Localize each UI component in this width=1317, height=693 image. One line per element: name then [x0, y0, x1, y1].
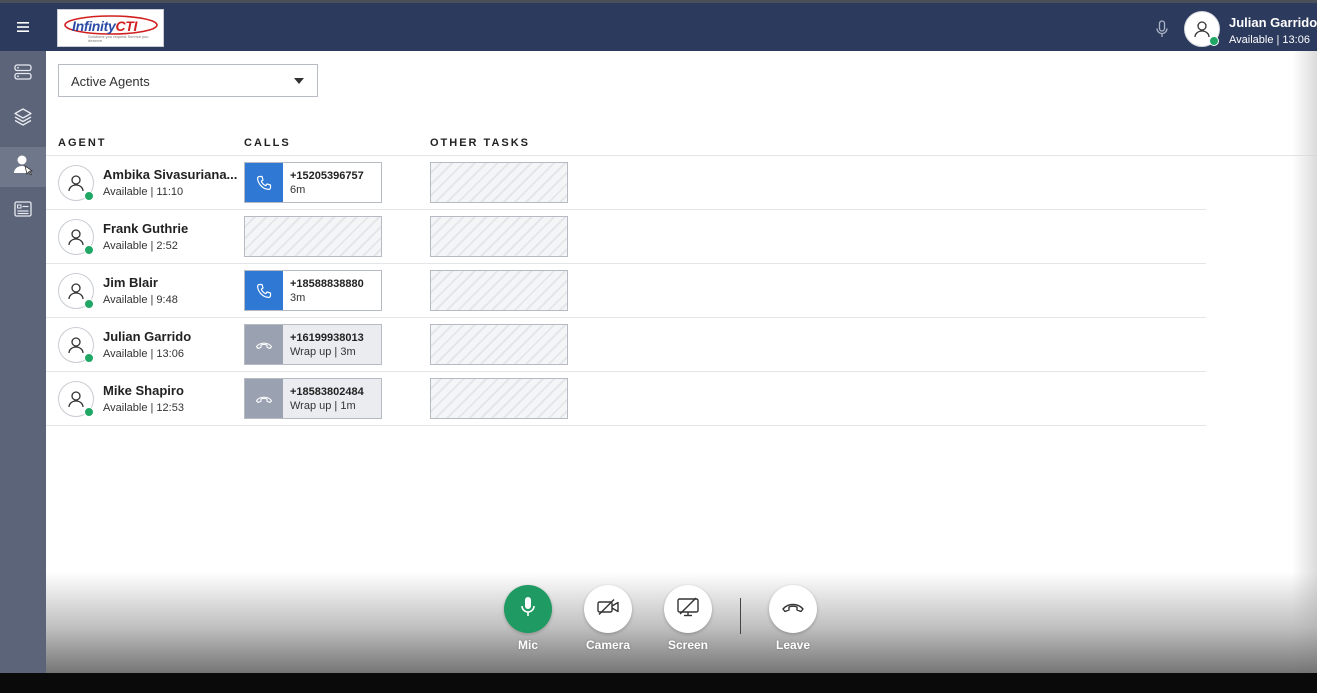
screen-label: Screen: [667, 638, 709, 652]
column-header-agent: AGENT: [58, 137, 107, 149]
presence-indicator: [84, 191, 94, 201]
report-list-icon: [14, 200, 32, 222]
screen-control[interactable]: Screen: [658, 585, 718, 652]
leave-button[interactable]: [769, 585, 817, 633]
mic-label: Mic: [517, 638, 538, 652]
presence-indicator: [84, 353, 94, 363]
camera-control[interactable]: Camera: [578, 585, 638, 652]
nav-servers[interactable]: [0, 54, 46, 94]
agent-status: Available | 9:48: [103, 294, 178, 306]
hangup-icon: [781, 600, 805, 619]
call-card-wrap-up[interactable]: +16199938013 Wrap up | 3m: [244, 324, 382, 365]
mic-control[interactable]: Mic: [498, 585, 558, 652]
caret-down-icon: [294, 78, 304, 84]
agent-filter-dropdown[interactable]: Active Agents: [58, 64, 318, 97]
screen-share-off-icon: [676, 597, 700, 622]
column-header-calls: CALLS: [244, 137, 291, 149]
user-avatar[interactable]: [1184, 11, 1220, 47]
other-task-slot: [430, 324, 568, 365]
microphone-icon[interactable]: [1155, 20, 1169, 43]
nav-layers[interactable]: [0, 99, 46, 139]
column-header-other-tasks: OTHER TASKS: [430, 137, 531, 149]
phone-icon: [245, 163, 283, 202]
left-nav-rail: [0, 51, 46, 673]
agent-name: Jim Blair: [103, 275, 158, 290]
mic-button[interactable]: [504, 585, 552, 633]
call-duration: Wrap up | 3m: [290, 346, 356, 358]
controls-divider: [740, 598, 741, 634]
agent-status: Available | 11:10: [103, 186, 184, 198]
agent-avatar: [58, 327, 94, 363]
agent-status: Available | 13:06: [103, 348, 184, 360]
presence-indicator: [84, 407, 94, 417]
hangup-icon: [245, 379, 283, 418]
screen-share-button[interactable]: [664, 585, 712, 633]
call-duration: Wrap up | 1m: [290, 400, 356, 412]
call-slot-empty: [244, 216, 382, 257]
microphone-icon: [520, 596, 536, 623]
header-user-status: Available | 13:06: [1229, 34, 1310, 46]
header-user-name: Julian Garrido: [1229, 15, 1317, 30]
agent-row[interactable]: Ambika Sivasuriana... Available | 11:10 …: [46, 156, 1206, 210]
agent-row[interactable]: Mike Shapiro Available | 12:53 +18583802…: [46, 372, 1206, 426]
agent-status: Available | 12:53: [103, 402, 184, 414]
agent-avatar: [58, 273, 94, 309]
presence-indicator: [84, 245, 94, 255]
top-header: InfinityCTI Solutions you request Servic…: [0, 0, 1317, 51]
agent-row[interactable]: Frank Guthrie Available | 2:52: [46, 210, 1206, 264]
leave-label: Leave: [775, 638, 811, 652]
other-task-slot: [430, 270, 568, 311]
call-card[interactable]: +18588838880 3m: [244, 270, 382, 311]
layers-icon: [14, 107, 32, 131]
call-card-wrap-up[interactable]: +18583802484 Wrap up | 1m: [244, 378, 382, 419]
call-duration: 6m: [290, 184, 306, 196]
agent-avatar: [58, 381, 94, 417]
camera-off-icon: [596, 598, 620, 621]
agent-row[interactable]: Julian Garrido Available | 13:06 +161999…: [46, 318, 1206, 372]
call-card[interactable]: +15205396757 6m: [244, 162, 382, 203]
agent-name: Julian Garrido: [103, 329, 192, 344]
agent-user-icon: [13, 154, 34, 181]
server-icon: [14, 63, 32, 85]
call-number: +15205396757: [290, 170, 364, 182]
presence-indicator: [1209, 36, 1219, 46]
other-task-slot: [430, 162, 568, 203]
window-bottom-edge: [0, 673, 1317, 693]
app-window: InfinityCTI Solutions you request Servic…: [0, 0, 1317, 673]
call-number: +18588838880: [290, 278, 364, 290]
call-number: +16199938013: [290, 332, 364, 344]
nav-reports[interactable]: [0, 191, 46, 231]
presence-indicator: [84, 299, 94, 309]
camera-label: Camera: [585, 638, 631, 652]
call-number: +18583802484: [290, 386, 364, 398]
other-task-slot: [430, 216, 568, 257]
agent-name: Mike Shapiro: [103, 383, 184, 398]
agent-name: Frank Guthrie: [103, 221, 189, 236]
agent-row[interactable]: Jim Blair Available | 9:48 +18588838880 …: [46, 264, 1206, 318]
leave-control[interactable]: Leave: [763, 585, 823, 652]
logo-tagline: Solutions you request Service you deserv…: [88, 34, 149, 43]
dropdown-selected-value: Active Agents: [71, 74, 150, 89]
other-task-slot: [430, 378, 568, 419]
agent-name: Ambika Sivasuriana...: [103, 167, 238, 182]
agent-status: Available | 2:52: [103, 240, 178, 252]
call-duration: 3m: [290, 292, 306, 304]
phone-icon: [245, 271, 283, 310]
hangup-icon: [245, 325, 283, 364]
company-logo: InfinityCTI Solutions you request Servic…: [57, 9, 164, 47]
nav-agents[interactable]: [0, 147, 46, 187]
camera-button[interactable]: [584, 585, 632, 633]
agent-avatar: [58, 165, 94, 201]
agent-avatar: [58, 219, 94, 255]
menu-icon[interactable]: [14, 18, 32, 36]
